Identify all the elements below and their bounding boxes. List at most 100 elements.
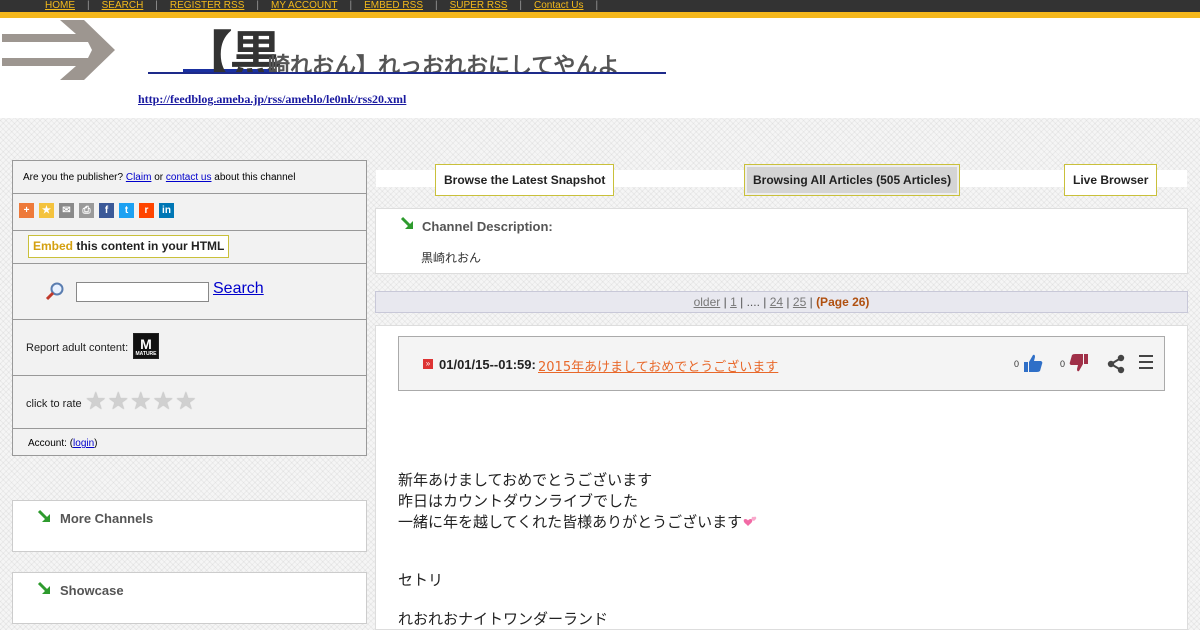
thumbs-up-icon[interactable] bbox=[1023, 353, 1043, 373]
nav-register-rss[interactable]: REGISTER RSS bbox=[170, 0, 244, 11]
linkedin-icon[interactable]: in bbox=[159, 203, 174, 218]
top-navigation: HOME | SEARCH | REGISTER RSS | MY ACCOUNT | EMBE… bbox=[0, 0, 1200, 12]
share-icon[interactable] bbox=[1106, 354, 1126, 374]
star-icon[interactable]: ★ bbox=[108, 390, 130, 414]
channel-sidebar: Are you the publisher? Claim or contact … bbox=[12, 160, 367, 456]
nav-separator: | bbox=[595, 0, 599, 11]
description-text: 黒崎れおん bbox=[421, 251, 482, 265]
nav-separator: | bbox=[349, 0, 353, 11]
embed-row: Embed this content in your HTML bbox=[13, 231, 366, 264]
rate-label: click to rate bbox=[26, 398, 82, 410]
pager-page-25[interactable]: 25 bbox=[793, 295, 806, 309]
mature-badge-letter: M bbox=[140, 336, 152, 352]
article-line: 昨日はカウントダウンライブでした bbox=[398, 492, 639, 510]
article-line: セトリ bbox=[398, 571, 444, 589]
article-line: れおれおナイトワンダーランド bbox=[398, 610, 609, 628]
showcase-box: Showcase bbox=[12, 572, 367, 624]
article-line-with-emoji: 一緒に年を越してくれた皆様ありがとうございます bbox=[398, 512, 1158, 533]
star-icon[interactable]: ★ bbox=[153, 390, 175, 414]
nav-super-rss[interactable]: SUPER RSS bbox=[450, 0, 508, 11]
upvote-count: 0 bbox=[1014, 359, 1020, 369]
article-line-text: 一緒に年を越してくれた皆様ありがとうございます bbox=[398, 513, 743, 531]
nav-home[interactable]: HOME bbox=[45, 0, 75, 11]
star-icon[interactable]: ★ bbox=[39, 203, 54, 218]
pager-separator: | bbox=[740, 295, 744, 309]
pager-page-1[interactable]: 1 bbox=[730, 295, 737, 309]
search-row: Search bbox=[13, 264, 366, 320]
article-line: 新年あけましておめでとうございます bbox=[398, 471, 653, 489]
account-prefix: Account: ( bbox=[28, 438, 74, 449]
account-suffix: ) bbox=[94, 438, 98, 449]
pager-separator: | bbox=[723, 295, 727, 309]
star-icon[interactable]: ★ bbox=[130, 390, 152, 414]
tab-live-browser[interactable]: Live Browser bbox=[1064, 164, 1158, 196]
search-input[interactable] bbox=[76, 282, 209, 302]
nav-separator: | bbox=[155, 0, 158, 11]
reddit-icon[interactable]: r bbox=[139, 203, 154, 218]
pager-ellipsis: .... bbox=[746, 295, 760, 309]
thumbs-down-icon[interactable] bbox=[1069, 353, 1089, 373]
login-link[interactable]: login bbox=[73, 438, 94, 449]
search-button[interactable]: Search bbox=[213, 280, 264, 298]
plus-icon[interactable]: + bbox=[19, 203, 34, 218]
account-row: Account: (login) bbox=[13, 429, 366, 456]
tab-latest-snapshot[interactable]: Browse the Latest Snapshot bbox=[435, 164, 615, 196]
contact-us-link[interactable]: contact us bbox=[166, 172, 212, 183]
nav-separator: | bbox=[256, 0, 259, 11]
magnifier-icon bbox=[45, 282, 64, 301]
hamburger-menu-icon[interactable] bbox=[1139, 355, 1153, 371]
nav-separator: | bbox=[87, 0, 90, 11]
channel-title-big: 【黒 bbox=[180, 27, 282, 74]
embed-label: this content in your HTML bbox=[76, 239, 225, 253]
mature-badge-icon[interactable]: M MATURE bbox=[133, 333, 159, 359]
embed-button[interactable]: Embed this content in your HTML bbox=[28, 235, 230, 258]
green-arrow-icon bbox=[400, 216, 413, 229]
nav-my-account[interactable]: MY ACCOUNT bbox=[271, 0, 338, 11]
claim-link[interactable]: Claim bbox=[126, 172, 152, 183]
pager-separator: | bbox=[786, 295, 790, 309]
publisher-or: or bbox=[154, 172, 164, 183]
publisher-prefix: Are you the publisher? bbox=[23, 172, 124, 183]
showcase-title[interactable]: Showcase bbox=[60, 583, 124, 598]
rating-row: click to rate ★★★★★ bbox=[13, 376, 366, 429]
star-icon[interactable]: ★ bbox=[175, 390, 197, 414]
tab-all-articles[interactable]: Browsing All Articles (505 Articles) bbox=[744, 164, 961, 196]
pager-older[interactable]: older bbox=[694, 295, 721, 309]
twitter-icon[interactable]: t bbox=[119, 203, 134, 218]
mail-icon[interactable]: ✉ bbox=[59, 203, 74, 218]
pager-separator: | bbox=[809, 295, 813, 309]
description-label: Channel Description: bbox=[422, 219, 553, 234]
nav-contact-us[interactable]: Contact Us bbox=[534, 0, 583, 11]
more-channels-title[interactable]: More Channels bbox=[60, 511, 153, 526]
article-title-link[interactable]: 2015年あけましておめでとうございます bbox=[538, 356, 778, 375]
adult-report-label: Report adult content: bbox=[26, 342, 129, 354]
rating-stars: ★★★★★ bbox=[85, 390, 198, 414]
channel-title-rest: 崎れおん】れっおれおにしてやんよ bbox=[268, 54, 620, 74]
article-timestamp: 01/01/15--01:59: bbox=[439, 357, 536, 372]
channel-title[interactable]: 【黒 崎れおん】れっおれおにしてやんよ bbox=[148, 18, 666, 74]
nav-embed-rss[interactable]: EMBED RSS bbox=[364, 0, 423, 11]
green-arrow-icon bbox=[37, 509, 50, 522]
article-header: » 01/01/15--01:59: 2015年あけましておめでとうございます … bbox=[398, 336, 1165, 391]
publisher-suffix: about this channel bbox=[214, 172, 296, 183]
feed-url-link[interactable]: http://feedblog.ameba.jp/rss/ameblo/le0n… bbox=[138, 92, 406, 107]
nav-separator: | bbox=[519, 0, 523, 11]
star-icon[interactable]: ★ bbox=[85, 390, 107, 414]
pager-current-page: (Page 26) bbox=[816, 295, 870, 309]
nav-separator: | bbox=[435, 0, 438, 11]
green-arrow-icon bbox=[37, 581, 50, 594]
adult-report-row: Report adult content: M MATURE bbox=[13, 320, 366, 376]
pager-separator: | bbox=[763, 295, 767, 309]
heart-icon bbox=[743, 516, 757, 526]
publisher-row: Are you the publisher? Claim or contact … bbox=[13, 161, 366, 194]
embed-highlight: Embed bbox=[33, 239, 74, 253]
print-icon[interactable]: ⎙ bbox=[79, 203, 94, 218]
article-body: 新年あけましておめでとうございます 昨日はカウントダウンライブでした 一緒に年を… bbox=[398, 470, 1158, 630]
facebook-icon[interactable]: f bbox=[99, 203, 114, 218]
channel-description: Channel Description: 黒崎れおん bbox=[375, 208, 1188, 274]
nav-search[interactable]: SEARCH bbox=[102, 0, 144, 11]
pager-page-24[interactable]: 24 bbox=[770, 295, 783, 309]
rss-item-icon: » bbox=[423, 359, 433, 369]
